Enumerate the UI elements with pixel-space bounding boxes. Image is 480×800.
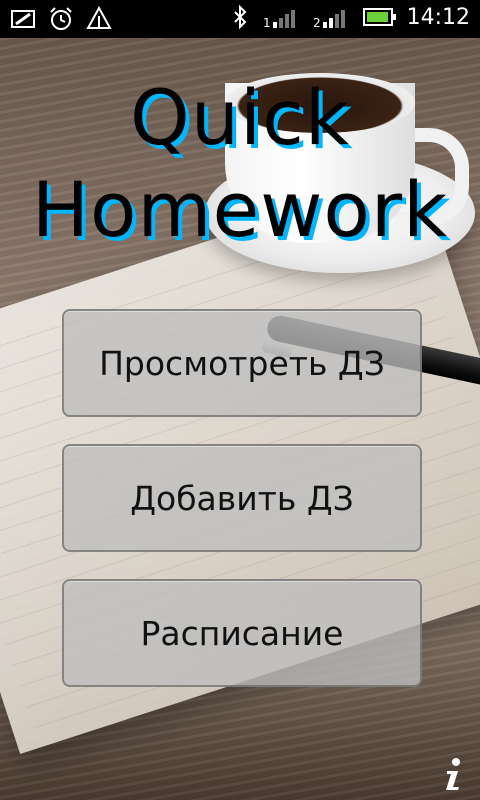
signal-1-label: 1 xyxy=(263,16,271,29)
data-transfer-icon xyxy=(86,6,112,32)
info-icon[interactable] xyxy=(436,754,472,794)
screen-orientation-icon xyxy=(10,6,36,32)
view-homework-button[interactable]: Просмотреть ДЗ xyxy=(62,309,422,417)
battery-icon xyxy=(362,4,397,30)
signal-2-label: 2 xyxy=(313,16,321,29)
signal-1-icon: 1 xyxy=(263,4,303,30)
bluetooth-icon xyxy=(227,4,253,30)
signal-2-icon: 2 xyxy=(313,4,353,30)
status-bar-left xyxy=(10,6,112,32)
add-homework-button[interactable]: Добавить ДЗ xyxy=(62,444,422,552)
status-bar: 1 2 14:12 xyxy=(0,0,480,38)
app-title-line1: Quick xyxy=(130,73,350,162)
app-title: Quick Homework xyxy=(0,72,480,256)
alarm-icon xyxy=(48,6,74,32)
status-time: 14:12 xyxy=(406,4,470,30)
schedule-button[interactable]: Расписание xyxy=(62,579,422,687)
app-title-line2: Homework xyxy=(31,165,449,254)
status-bar-right: 1 2 14:12 xyxy=(227,4,470,30)
